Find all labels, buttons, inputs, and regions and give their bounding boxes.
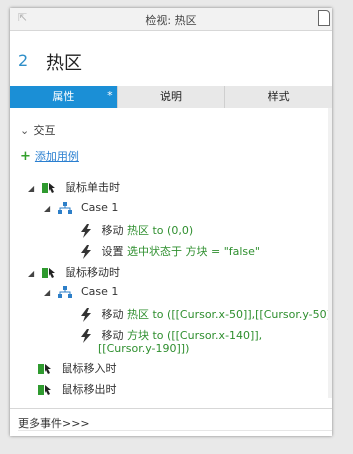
header: 2 热区 [10, 31, 332, 84]
action-verb: 设置 [101, 245, 124, 258]
case-row[interactable]: ◢ Case 1 [44, 201, 118, 214]
action-row[interactable]: 移动 方块 to ([[Cursor.x-140]], [80, 327, 262, 343]
action-bolt-icon [81, 329, 91, 343]
event-onclick[interactable]: ◢ 鼠标单击时 [28, 179, 120, 195]
footer: 更多事件>>> [10, 408, 332, 436]
action-verb: 移动 [101, 224, 124, 237]
action-detail: 热区 to ([[Cursor.x-50]],[[Cursor.y-50]]) [127, 308, 332, 321]
section-label: 交互 [33, 124, 56, 137]
tab-properties-label: 属性 [52, 90, 75, 103]
widget-number: 2 [18, 51, 29, 70]
event-label: 鼠标移出时 [61, 383, 117, 396]
interactions-section-header[interactable]: ⌄ 交互 [20, 122, 56, 138]
case-label: Case 1 [81, 285, 119, 298]
plus-icon: + [20, 149, 31, 164]
action-detail: 选中状态于 方块 = "false" [127, 245, 260, 258]
event-cursor-icon [41, 183, 55, 193]
event-onmouseenter[interactable]: 鼠标移入时 [38, 360, 117, 376]
case-label: Case 1 [81, 201, 119, 214]
chevron-down-icon: ⌄ [20, 124, 30, 137]
window-title: 检视: 热区 [145, 14, 197, 27]
event-label: 鼠标单击时 [65, 181, 120, 194]
title-bar: ⇱ 检视: 热区 [10, 8, 332, 31]
event-cursor-icon [38, 385, 51, 395]
event-label: 鼠标移入时 [61, 362, 117, 375]
action-row[interactable]: 设置 选中状态于 方块 = "false" [80, 243, 260, 259]
action-verb: 移动 [101, 329, 124, 342]
tab-notes[interactable]: 说明 [116, 86, 225, 108]
tab-bar: 属性 * 说明 样式 [10, 86, 332, 108]
event-onmouseleave[interactable]: 鼠标移出时 [38, 381, 117, 397]
case-row[interactable]: ◢ Case 1 [44, 285, 118, 298]
action-bolt-icon [81, 224, 91, 238]
collapse-triangle-icon[interactable]: ◢ [44, 204, 54, 213]
add-case-label: 添加用例 [34, 150, 79, 163]
divider [18, 430, 332, 431]
event-cursor-icon [41, 268, 55, 278]
document-icon[interactable] [318, 10, 330, 26]
action-bolt-icon [81, 245, 91, 259]
event-onmousemove[interactable]: ◢ 鼠标移动时 [28, 264, 120, 280]
tab-properties[interactable]: 属性 * [10, 86, 117, 108]
modified-marker: * [107, 89, 113, 102]
collapse-triangle-icon[interactable]: ◢ [44, 288, 54, 297]
action-verb: 移动 [101, 308, 124, 321]
action-detail: 热区 to (0,0) [127, 224, 194, 237]
scrollbar[interactable] [328, 108, 332, 398]
event-cursor-icon [38, 364, 51, 374]
inspector-panel: ⇱ 检视: 热区 2 热区 属性 * 说明 样式 ⌄ 交互 + 添加用例 ◢ 鼠标… [10, 8, 332, 436]
action-bolt-icon [81, 308, 91, 322]
action-detail: 方块 to ([[Cursor.x-140]], [127, 329, 263, 342]
collapse-triangle-icon[interactable]: ◢ [28, 184, 38, 193]
add-case-link[interactable]: + 添加用例 [20, 148, 79, 164]
case-tree-icon [57, 286, 72, 298]
tab-style[interactable]: 样式 [224, 86, 332, 108]
case-tree-icon [57, 202, 72, 214]
action-detail-continued: [[Cursor.y-190]]) [98, 342, 190, 355]
more-events-link[interactable]: 更多事件>>> [18, 415, 90, 431]
collapse-triangle-icon[interactable]: ◢ [28, 269, 38, 278]
action-row[interactable]: 移动 热区 to (0,0) [80, 222, 193, 238]
event-label: 鼠标移动时 [65, 266, 120, 279]
action-row[interactable]: 移动 热区 to ([[Cursor.x-50]],[[Cursor.y-50]… [80, 306, 332, 322]
widget-name[interactable]: 热区 [46, 49, 82, 75]
